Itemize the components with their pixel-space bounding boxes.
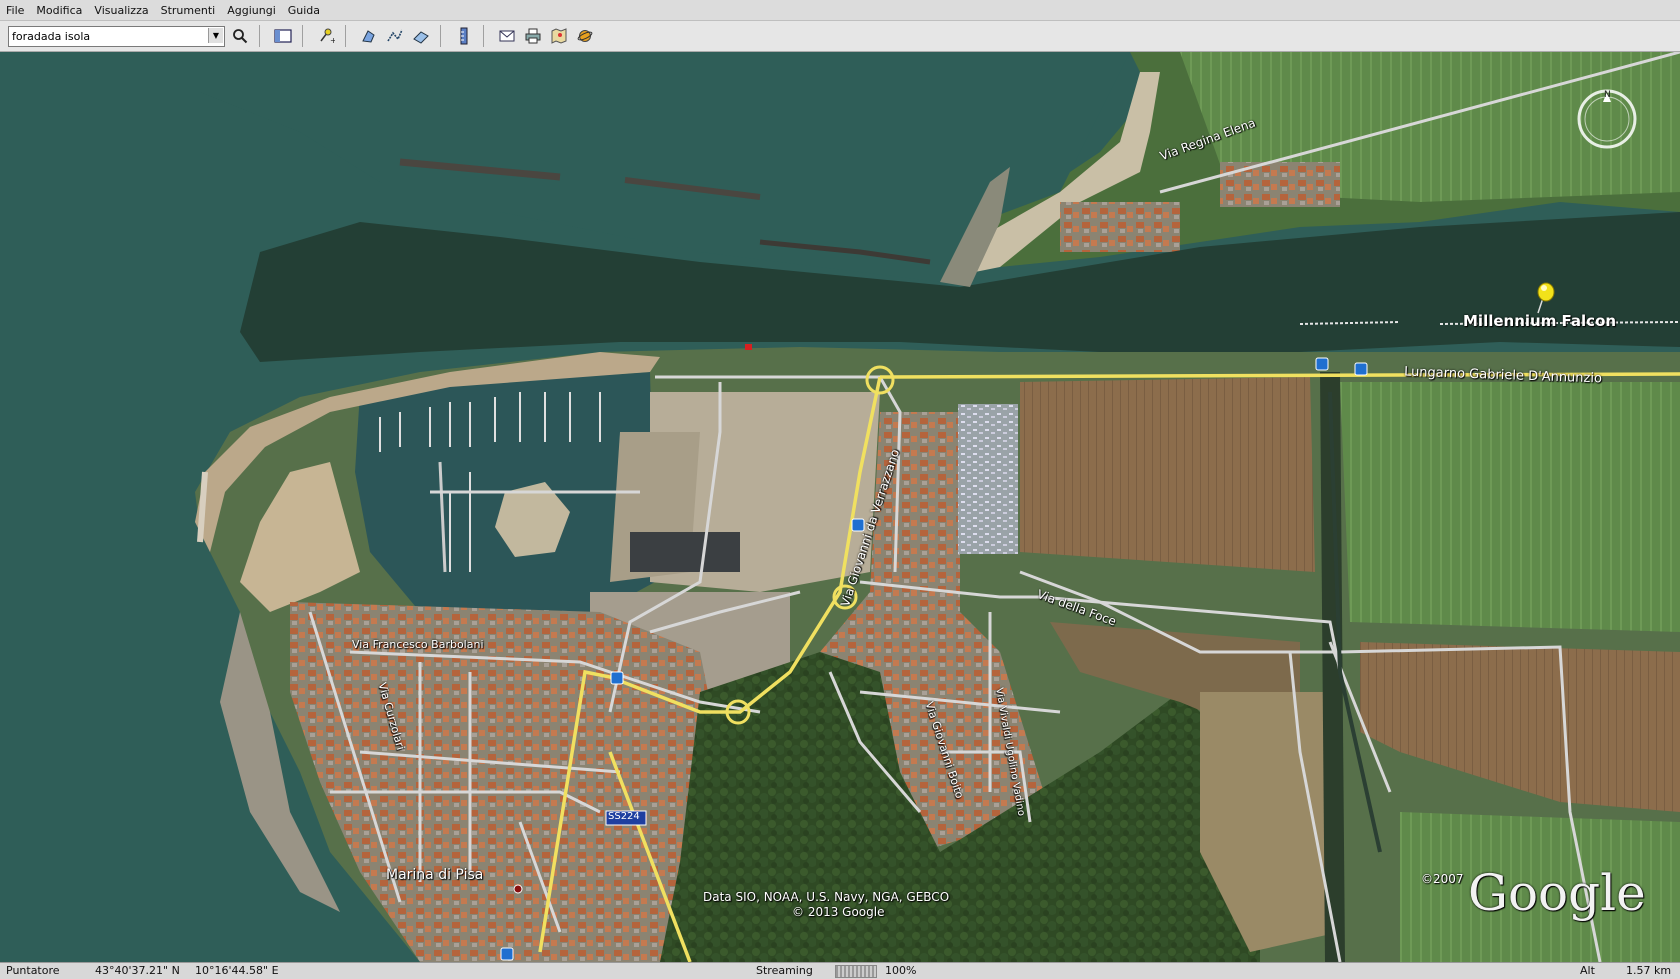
add-placemark-button[interactable]: + bbox=[315, 25, 337, 47]
ruler-button[interactable] bbox=[453, 25, 475, 47]
toolbar: ▼ + bbox=[0, 21, 1680, 52]
attribution-line-1: Data SIO, NOAA, U.S. Navy, NGA, GEBCO bbox=[703, 890, 950, 904]
menu-aggiungi[interactable]: Aggiungi bbox=[221, 4, 282, 17]
attribution-line-2: © 2013 Google bbox=[792, 905, 885, 919]
toolbar-separator bbox=[440, 25, 441, 47]
compass-north-label: N bbox=[1604, 90, 1611, 100]
sidebar-icon bbox=[274, 29, 292, 43]
pushpin-icon[interactable] bbox=[1530, 280, 1558, 314]
placemark-label-millennium-falcon[interactable]: Millennium Falcon bbox=[1463, 312, 1616, 330]
placemark-add-icon: + bbox=[320, 28, 335, 45]
add-path-button[interactable] bbox=[384, 25, 406, 47]
pointer-longitude: 10°16'44.58" E bbox=[195, 964, 279, 977]
search-input[interactable] bbox=[9, 29, 205, 43]
toolbar-separator bbox=[302, 25, 303, 47]
menu-strumenti[interactable]: Strumenti bbox=[155, 4, 222, 17]
email-button[interactable] bbox=[496, 25, 518, 47]
menu-visualizza[interactable]: Visualizza bbox=[88, 4, 154, 17]
satellite-imagery bbox=[0, 52, 1680, 962]
menu-guida[interactable]: Guida bbox=[282, 4, 326, 17]
copyright-year: ©2007 bbox=[1421, 872, 1464, 886]
menu-file[interactable]: File bbox=[0, 4, 30, 17]
streaming-progress-bar bbox=[835, 965, 877, 978]
sky-button[interactable] bbox=[574, 25, 596, 47]
menu-modifica[interactable]: Modifica bbox=[30, 4, 88, 17]
menu-bar: File Modifica Visualizza Strumenti Aggiu… bbox=[0, 0, 1680, 21]
altitude-value: 1.57 km bbox=[1626, 964, 1672, 977]
ruler-icon bbox=[460, 27, 468, 45]
search-button[interactable] bbox=[229, 25, 251, 47]
planet-icon bbox=[577, 30, 593, 42]
google-logo: Google bbox=[1468, 864, 1646, 922]
streaming-label: Streaming bbox=[756, 964, 813, 977]
status-bar: Puntatore 43°40'37.21" N 10°16'44.58" E … bbox=[0, 962, 1680, 979]
search-icon bbox=[233, 29, 248, 44]
svg-text:+: + bbox=[330, 36, 335, 45]
image-overlay-icon bbox=[413, 31, 429, 44]
path-icon bbox=[387, 29, 403, 42]
maps-button[interactable] bbox=[548, 25, 570, 47]
road-label-via-barbolani: Via Francesco Barbolani bbox=[352, 638, 484, 651]
add-overlay-button[interactable] bbox=[410, 25, 432, 47]
toolbar-separator bbox=[259, 25, 260, 47]
search-combo[interactable]: ▼ bbox=[8, 25, 225, 47]
map-view[interactable]: N Via Regina Elena Millennium Falcon Lun… bbox=[0, 52, 1680, 962]
road-shield-ss224: SS224 bbox=[608, 811, 640, 822]
altitude-label: Alt bbox=[1580, 964, 1595, 977]
envelope-icon bbox=[499, 30, 515, 42]
chevron-down-icon[interactable]: ▼ bbox=[208, 27, 223, 43]
pointer-latitude: 43°40'37.21" N bbox=[95, 964, 180, 977]
printer-icon bbox=[525, 28, 541, 44]
toolbar-separator bbox=[345, 25, 346, 47]
streaming-percent: 100% bbox=[885, 964, 917, 977]
map-icon bbox=[551, 28, 567, 44]
add-polygon-button[interactable] bbox=[358, 25, 380, 47]
pointer-label: Puntatore bbox=[6, 964, 60, 977]
sidebar-toggle-button[interactable] bbox=[272, 25, 294, 47]
print-button[interactable] bbox=[522, 25, 544, 47]
polygon-icon bbox=[362, 30, 375, 43]
toolbar-separator bbox=[483, 25, 484, 47]
place-label-marina-di-pisa: Marina di Pisa bbox=[386, 867, 484, 883]
